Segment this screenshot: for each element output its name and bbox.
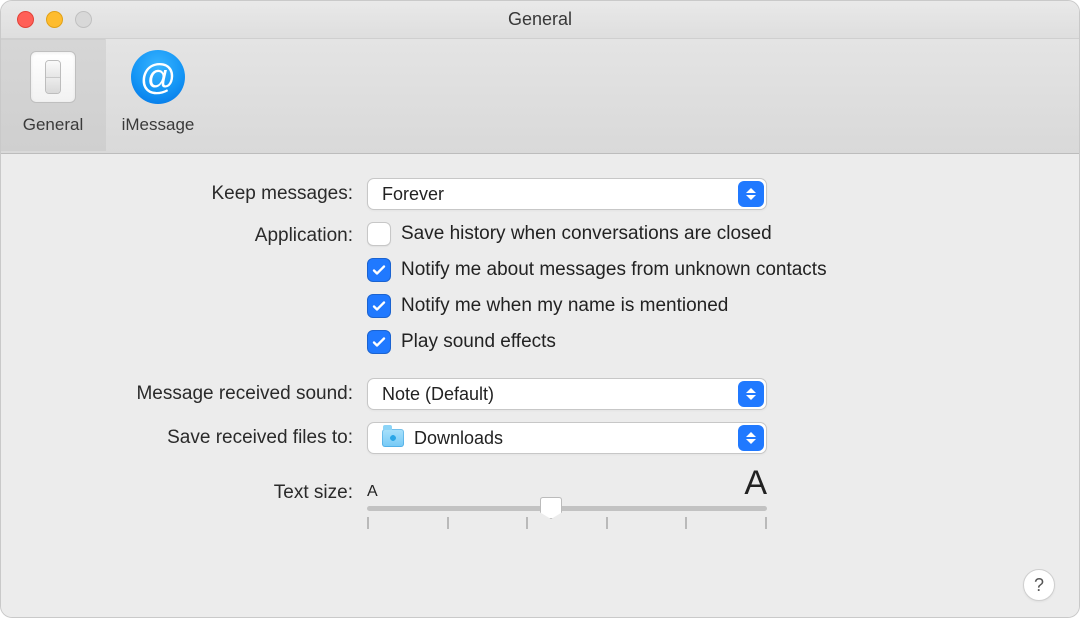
slider-thumb[interactable] [540,497,562,519]
received-sound-label: Message received sound: [37,383,367,405]
stepper-icon [738,381,764,407]
maximize-button[interactable] [75,11,92,28]
notify-name-label: Notify me when my name is mentioned [401,295,728,317]
row-save-files: Save received files to: Downloads [37,422,1043,454]
received-sound-select[interactable]: Note (Default) [367,378,767,410]
help-icon: ? [1034,575,1044,596]
checkbox-row-play-sound: Play sound effects [367,330,556,354]
checkbox-row-notify-name: Notify me when my name is mentioned [367,294,728,318]
application-label: Application: [37,222,367,247]
checkbox-row-notify-unknown: Notify me about messages from unknown co… [367,258,827,282]
tab-imessage-label: iMessage [122,115,195,135]
preferences-window: General General @ iMessage Keep messages… [0,0,1080,618]
close-button[interactable] [17,11,34,28]
stepper-icon [738,181,764,207]
tab-general-label: General [23,115,83,135]
row-received-sound: Message received sound: Note (Default) [37,378,1043,410]
stepper-icon [738,425,764,451]
save-files-select[interactable]: Downloads [367,422,767,454]
check-icon [371,298,387,314]
notify-unknown-label: Notify me about messages from unknown co… [401,259,827,281]
keep-messages-label: Keep messages: [37,183,367,205]
play-sound-checkbox[interactable] [367,330,391,354]
checkbox-row-save-history: Save history when conversations are clos… [367,222,772,246]
text-size-big-glyph: A [744,466,767,500]
general-pane: Keep messages: Forever Application: Save… [1,154,1079,618]
keep-messages-select[interactable]: Forever [367,178,767,210]
tab-general[interactable]: General [1,39,106,151]
text-size-small-glyph: A [367,484,378,500]
notify-name-checkbox[interactable] [367,294,391,318]
text-size-label: Text size: [37,466,367,504]
slider-ticks [367,517,767,529]
imessage-at-icon: @ [130,49,186,105]
row-keep-messages: Keep messages: Forever [37,178,1043,210]
minimize-button[interactable] [46,11,63,28]
text-size-slider[interactable]: A A [367,466,767,529]
window-title: General [1,9,1079,30]
titlebar: General [1,1,1079,39]
keep-messages-value: Forever [382,184,766,205]
toolbar: General @ iMessage [1,39,1079,154]
save-history-checkbox[interactable] [367,222,391,246]
traffic-lights [17,11,92,28]
received-sound-value: Note (Default) [382,384,766,405]
slider-track [367,506,767,511]
row-text-size: Text size: A A [37,466,1043,529]
notify-unknown-checkbox[interactable] [367,258,391,282]
save-history-label: Save history when conversations are clos… [401,223,772,245]
general-switch-icon [25,49,81,105]
help-button[interactable]: ? [1023,569,1055,601]
folder-icon [382,429,404,447]
play-sound-label: Play sound effects [401,331,556,353]
tab-imessage[interactable]: @ iMessage [106,39,211,151]
row-application: Application: Save history when conversat… [37,222,1043,366]
save-files-value: Downloads [414,428,766,449]
check-icon [371,262,387,278]
save-files-label: Save received files to: [37,427,367,449]
check-icon [371,334,387,350]
